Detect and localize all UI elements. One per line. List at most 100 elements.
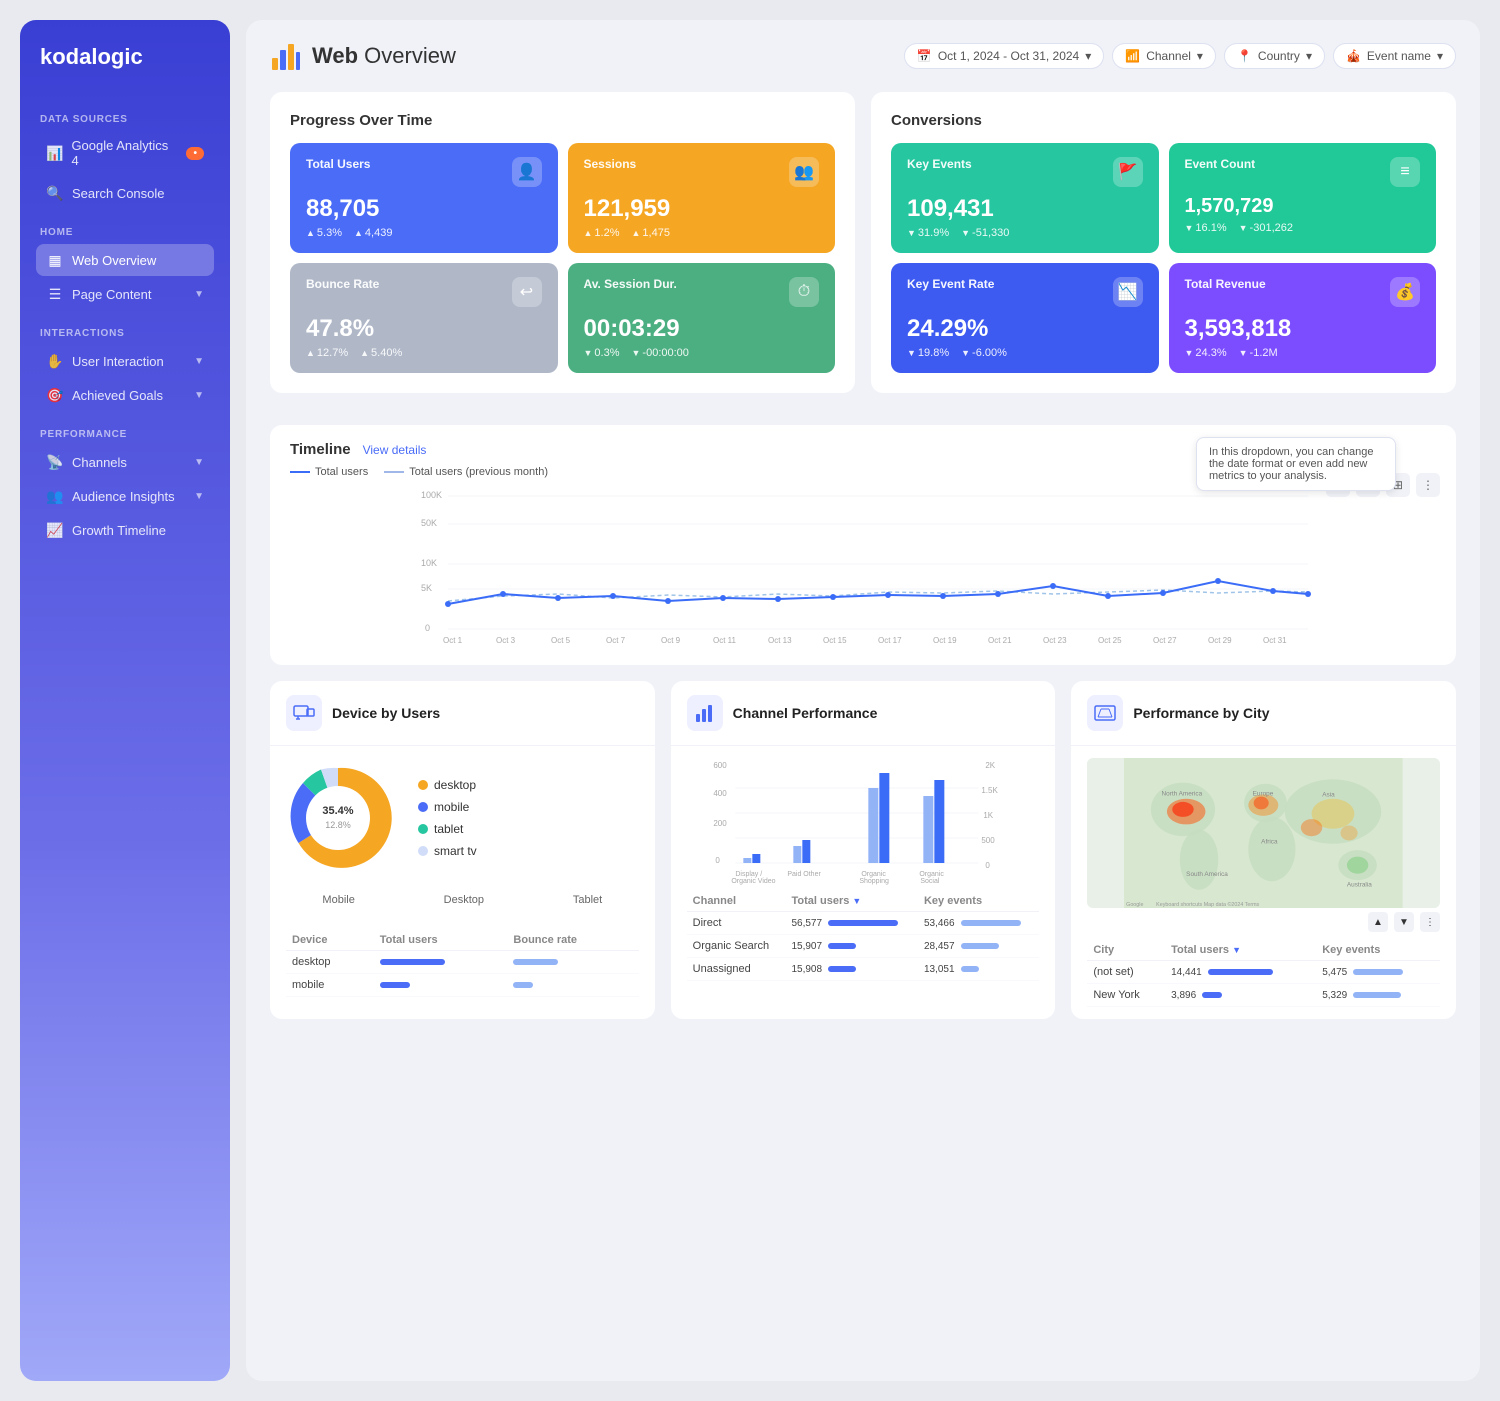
sidebar-item-search-console[interactable]: 🔍 Search Console [36, 177, 214, 209]
svg-text:Paid Other: Paid Other [787, 871, 821, 878]
svg-text:Oct 29: Oct 29 [1208, 636, 1232, 645]
city-sort-desc[interactable]: ▼ [1394, 912, 1414, 932]
legend-total-users: Total users [290, 466, 368, 478]
table-row: Direct 56,577 53,466 [687, 912, 1040, 935]
bounce-icon: ↩ [512, 277, 542, 307]
table-row: mobile [286, 974, 639, 997]
svg-text:400: 400 [713, 789, 727, 798]
bar-chart-icon [694, 702, 716, 724]
sidebar-item-page-content[interactable]: ☰ Page Content ▼ [36, 278, 214, 310]
svg-text:5K: 5K [421, 583, 432, 593]
sidebar-item-growth-timeline[interactable]: 📈 Growth Timeline [36, 514, 214, 546]
channel-icon: 📶 [1125, 49, 1140, 63]
performance-label: Performance [36, 429, 214, 440]
city-more[interactable]: ⋮ [1420, 912, 1440, 932]
svg-text:0: 0 [425, 623, 430, 633]
conversions-title: Conversions [891, 112, 1436, 129]
svg-text:0: 0 [715, 856, 720, 865]
sidebar-item-user-interaction[interactable]: ✋ User Interaction ▼ [36, 345, 214, 377]
view-details-link[interactable]: View details [363, 443, 427, 457]
key-event-rate-card: Key Event Rate 📉 24.29% 19.8% -6.00% [891, 263, 1159, 373]
sidebar-item-channels[interactable]: 📡 Channels ▼ [36, 446, 214, 478]
sidebar-item-audience-insights[interactable]: 👥 Audience Insights ▼ [36, 480, 214, 512]
svg-text:Oct 15: Oct 15 [823, 636, 847, 645]
flag-icon: 🚩 [1113, 157, 1143, 187]
timeline-section: Timeline View details In this dropdown, … [270, 425, 1456, 665]
sidebar-item-label: Web Overview [72, 253, 156, 268]
user-icon: 👤 [512, 157, 542, 187]
event-filter[interactable]: 🎪 Event name ▾ [1333, 43, 1456, 69]
analytics-icon: 📊 [46, 144, 63, 162]
channel-panel: Channel Performance 600 400 200 0 2K 1.5… [671, 681, 1056, 1019]
key-events-card: Key Events 🚩 109,431 31.9% -51,330 [891, 143, 1159, 253]
sessions-card: Sessions 👥 121,959 1.2% 1,475 [568, 143, 836, 253]
legend-tablet: tablet [418, 822, 477, 836]
sidebar-item-label: Channels [72, 455, 127, 470]
chevron-down-icon: ▾ [1197, 49, 1203, 63]
city-panel-body: North America South America Europe Afric… [1071, 746, 1456, 1019]
svg-text:Oct 9: Oct 9 [661, 636, 681, 645]
donut-legend: desktop mobile tablet smart tv [418, 778, 477, 858]
svg-text:500: 500 [981, 836, 995, 845]
table-row: Unassigned 15,908 13,051 [687, 958, 1040, 981]
channel-icon: 📡 [46, 453, 64, 471]
sidebar-item-label: User Interaction [72, 354, 164, 369]
svg-text:Oct 7: Oct 7 [606, 636, 626, 645]
legend-previous-month: Total users (previous month) [384, 466, 548, 478]
timeline-svg: 100K 50K 10K 5K 0 [290, 486, 1436, 646]
channel-panel-icon [687, 695, 723, 731]
table-row: New York 3,896 5,329 [1087, 984, 1440, 1007]
chevron-icon: ▼ [194, 457, 204, 468]
chart-icon: 📈 [46, 521, 64, 539]
target-icon: 🎯 [46, 386, 64, 404]
legend-line-prev [384, 471, 404, 473]
list-icon: ☰ [46, 285, 64, 303]
header: Web Overview 📅 Oct 1, 2024 - Oct 31, 202… [270, 40, 1456, 72]
device-labels: Mobile Desktop Tablet [270, 890, 655, 918]
device-table-area: Device Total users Bounce rate desktop [270, 918, 655, 1009]
svg-text:Organic: Organic [861, 871, 886, 878]
timeline-chart: 100K 50K 10K 5K 0 [290, 486, 1436, 649]
sidebar-item-google-analytics[interactable]: 📊 Google Analytics 4 • [36, 131, 214, 175]
svg-text:Oct 19: Oct 19 [933, 636, 957, 645]
world-heatmap: North America South America Europe Afric… [1087, 758, 1440, 908]
search-icon: 🔍 [46, 184, 64, 202]
svg-text:Social: Social [920, 878, 940, 885]
more-options-button[interactable]: ⋮ [1416, 473, 1440, 497]
legend-desktop: desktop [418, 778, 477, 792]
date-filter[interactable]: 📅 Oct 1, 2024 - Oct 31, 2024 ▾ [904, 43, 1104, 69]
city-panel-header: Performance by City [1071, 681, 1456, 746]
svg-text:Organic: Organic [919, 871, 944, 878]
sidebar-item-label: Page Content [72, 287, 152, 302]
svg-text:Keyboard shortcuts Map data ©: Keyboard shortcuts Map data ©2024 Terms [1157, 901, 1260, 908]
svg-text:50K: 50K [421, 518, 437, 528]
svg-text:Africa: Africa [1262, 839, 1279, 846]
svg-text:1.5K: 1.5K [981, 786, 998, 795]
sidebar-item-label: Search Console [72, 186, 165, 201]
city-sort-asc[interactable]: ▲ [1368, 912, 1388, 932]
event-count-card: Event Count ≡ 1,570,729 16.1% -301,262 [1169, 143, 1437, 253]
channel-panel-header: Channel Performance [671, 681, 1056, 746]
sidebar-item-web-overview[interactable]: ▦ Web Overview [36, 244, 214, 276]
city-panel: Performance by City [1071, 681, 1456, 1019]
chevron-icon: ▼ [194, 289, 204, 300]
timeline-title: Timeline [290, 441, 351, 458]
country-filter[interactable]: 📍 Country ▾ [1224, 43, 1325, 69]
svg-text:600: 600 [713, 761, 727, 770]
svg-text:Oct 21: Oct 21 [988, 636, 1012, 645]
legend-mobile: mobile [418, 800, 477, 814]
svg-text:Oct 11: Oct 11 [713, 636, 737, 645]
main-content: Web Overview 📅 Oct 1, 2024 - Oct 31, 202… [246, 20, 1480, 1381]
total-users-card: Total Users 👤 88,705 5.3% 4,439 [290, 143, 558, 253]
interactions-label: Interactions [36, 328, 214, 339]
sidebar-item-achieved-goals[interactable]: 🎯 Achieved Goals ▼ [36, 379, 214, 411]
donut-chart: 35.4% 12.8% [278, 758, 398, 878]
svg-text:Oct 31: Oct 31 [1263, 636, 1287, 645]
sidebar-item-label: Growth Timeline [72, 523, 166, 538]
channel-table: Channel Total users ▼ Key events Direct [687, 891, 1040, 981]
sidebar-item-label: Audience Insights [72, 489, 175, 504]
logo: kodalogic [36, 44, 214, 70]
menu-icon: ≡ [1390, 157, 1420, 187]
map-icon [1094, 702, 1116, 724]
channel-filter[interactable]: 📶 Channel ▾ [1112, 43, 1216, 69]
